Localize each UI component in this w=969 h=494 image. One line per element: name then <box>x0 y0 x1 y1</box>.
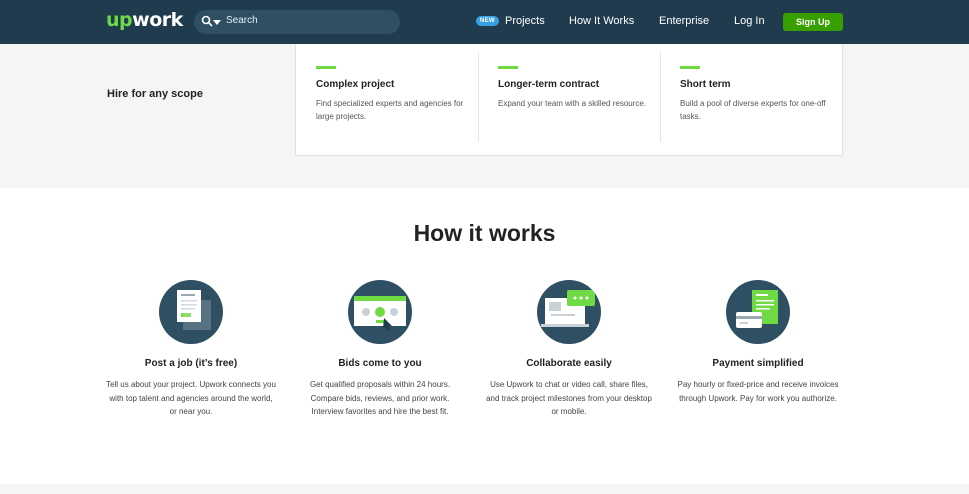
accent-bar <box>316 66 336 69</box>
bottom-section <box>0 484 969 494</box>
step-text: Tell us about your project. Upwork conne… <box>106 380 276 416</box>
bids-icon <box>348 280 412 344</box>
step-heading: Payment simplified <box>712 358 804 369</box>
upwork-logo[interactable]: upwork <box>106 9 183 31</box>
scope-text: Build a pool of diverse experts for one-… <box>680 99 826 121</box>
scope-card: Complex project Find specialized experts… <box>295 44 843 156</box>
step-collaborate: Collaborate easily Use Upwork to chat or… <box>484 280 654 419</box>
accent-bar <box>680 66 700 69</box>
scope-heading: Short term <box>680 79 731 90</box>
step-heading: Bids come to you <box>338 358 422 369</box>
nav-projects[interactable]: Projects <box>505 15 545 27</box>
scope-short-term[interactable]: Short term Build a pool of diverse exper… <box>680 66 840 123</box>
scope-title: Hire for any scope <box>107 88 203 100</box>
how-it-works-title: How it works <box>413 220 556 246</box>
step-heading: Collaborate easily <box>526 358 612 369</box>
nav-enterprise[interactable]: Enterprise <box>659 15 709 27</box>
search-icon <box>201 15 213 27</box>
scope-longer-term[interactable]: Longer-term contract Expand your team wi… <box>498 66 658 110</box>
step-text: Use Upwork to chat or video call, share … <box>486 380 652 416</box>
chevron-down-icon[interactable] <box>213 20 221 25</box>
payment-icon <box>726 280 790 344</box>
divider <box>478 52 479 142</box>
scope-text: Expand your team with a skilled resource… <box>498 99 647 108</box>
scope-text: Find specialized experts and agencies fo… <box>316 99 464 121</box>
job-post-icon <box>159 280 223 344</box>
scope-heading: Longer-term contract <box>498 79 600 90</box>
scope-complex-project[interactable]: Complex project Find specialized experts… <box>316 66 476 123</box>
step-bids: Bids come to you Get qualified proposals… <box>295 280 465 419</box>
step-heading: Post a job (it’s free) <box>144 358 238 369</box>
search-input[interactable]: Search <box>226 15 258 26</box>
step-post-job: Post a job (it’s free) Tell us about you… <box>106 280 276 419</box>
collaborate-icon <box>537 280 601 344</box>
top-nav: upwork Search NEW Projects How It Works … <box>0 0 969 44</box>
step-text: Pay hourly or fixed-price and receive in… <box>677 380 839 403</box>
step-payment: Payment simplified Pay hourly or fixed-p… <box>673 280 843 405</box>
nav-log-in[interactable]: Log In <box>734 15 765 27</box>
sign-up-button[interactable]: Sign Up <box>783 13 843 31</box>
search-box[interactable]: Search <box>194 10 400 34</box>
divider <box>660 52 661 142</box>
new-badge: NEW <box>476 16 499 26</box>
step-text: Get qualified proposals within 24 hours.… <box>309 380 451 416</box>
accent-bar <box>498 66 518 69</box>
nav-how-it-works[interactable]: How It Works <box>569 15 634 27</box>
scope-heading: Complex project <box>316 79 395 90</box>
